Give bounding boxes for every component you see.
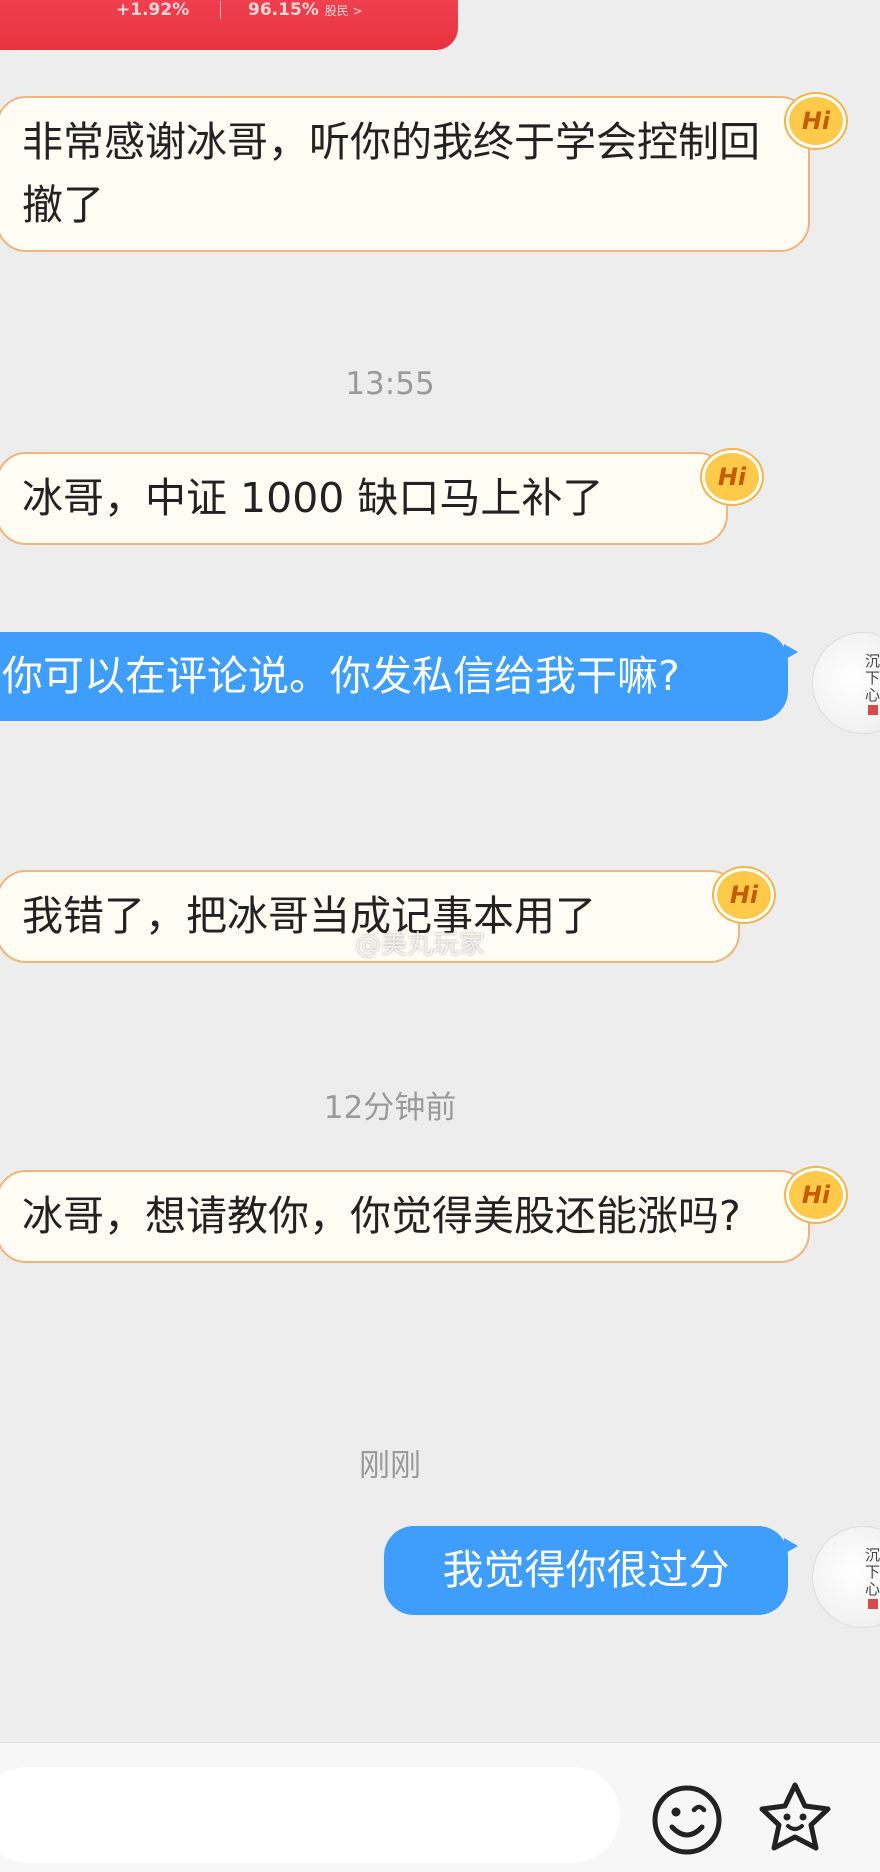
- avatar-seal-text: 沉下心: [865, 1546, 880, 1598]
- avatar-red-stamp: [868, 705, 878, 715]
- emoji-icon[interactable]: [650, 1783, 724, 1857]
- message-text: 我错了，把冰哥当成记事本用了: [22, 892, 596, 940]
- message-text: 冰哥，想请教你，你觉得美股还能涨吗?: [22, 1192, 741, 1240]
- hi-badge-icon: Hi: [786, 1168, 846, 1222]
- timestamp: 12分钟前: [323, 1090, 457, 1126]
- outgoing-message[interactable]: 我觉得你很过分: [384, 1526, 798, 1615]
- stock-percent: 96.15% 股民 >: [248, 0, 363, 20]
- outgoing-message[interactable]: 你可以在评论说。你发私信给我干嘛?: [0, 632, 798, 721]
- message-input[interactable]: [0, 1767, 620, 1863]
- hi-badge-icon: Hi: [786, 94, 846, 148]
- top-stock-card[interactable]: +1.92% 96.15% 股民 >: [0, 0, 458, 50]
- avatar-seal-text: 沉下心: [865, 652, 880, 704]
- incoming-message[interactable]: 非常感谢冰哥，听你的我终于学会控制回撤了: [0, 96, 810, 252]
- stock-change: +1.92%: [116, 0, 190, 20]
- user-avatar[interactable]: 沉下心: [812, 1526, 880, 1628]
- avatar-red-stamp: [868, 1599, 878, 1609]
- timestamp: 13:55: [345, 366, 435, 402]
- watermark: @美丸玩家: [355, 930, 486, 960]
- timestamp: 刚刚: [359, 1448, 421, 1484]
- incoming-message[interactable]: 冰哥，中证 1000 缺口马上补了: [0, 452, 728, 545]
- message-text: 冰哥，中证 1000 缺口马上补了: [22, 474, 604, 522]
- message-text: 你可以在评论说。你发私信给我干嘛?: [2, 652, 680, 700]
- message-text: 非常感谢冰哥，听你的我终于学会控制回撤了: [22, 118, 760, 229]
- hi-badge-icon: Hi: [702, 450, 762, 504]
- star-face-icon[interactable]: [755, 1779, 835, 1855]
- incoming-message[interactable]: 冰哥，想请教你，你觉得美股还能涨吗?: [0, 1170, 810, 1263]
- user-avatar[interactable]: 沉下心: [812, 632, 880, 734]
- bottom-input-bar: [0, 1742, 880, 1872]
- card-divider: [220, 1, 221, 19]
- message-text: 我觉得你很过分: [442, 1546, 730, 1594]
- hi-badge-icon: Hi: [714, 868, 774, 922]
